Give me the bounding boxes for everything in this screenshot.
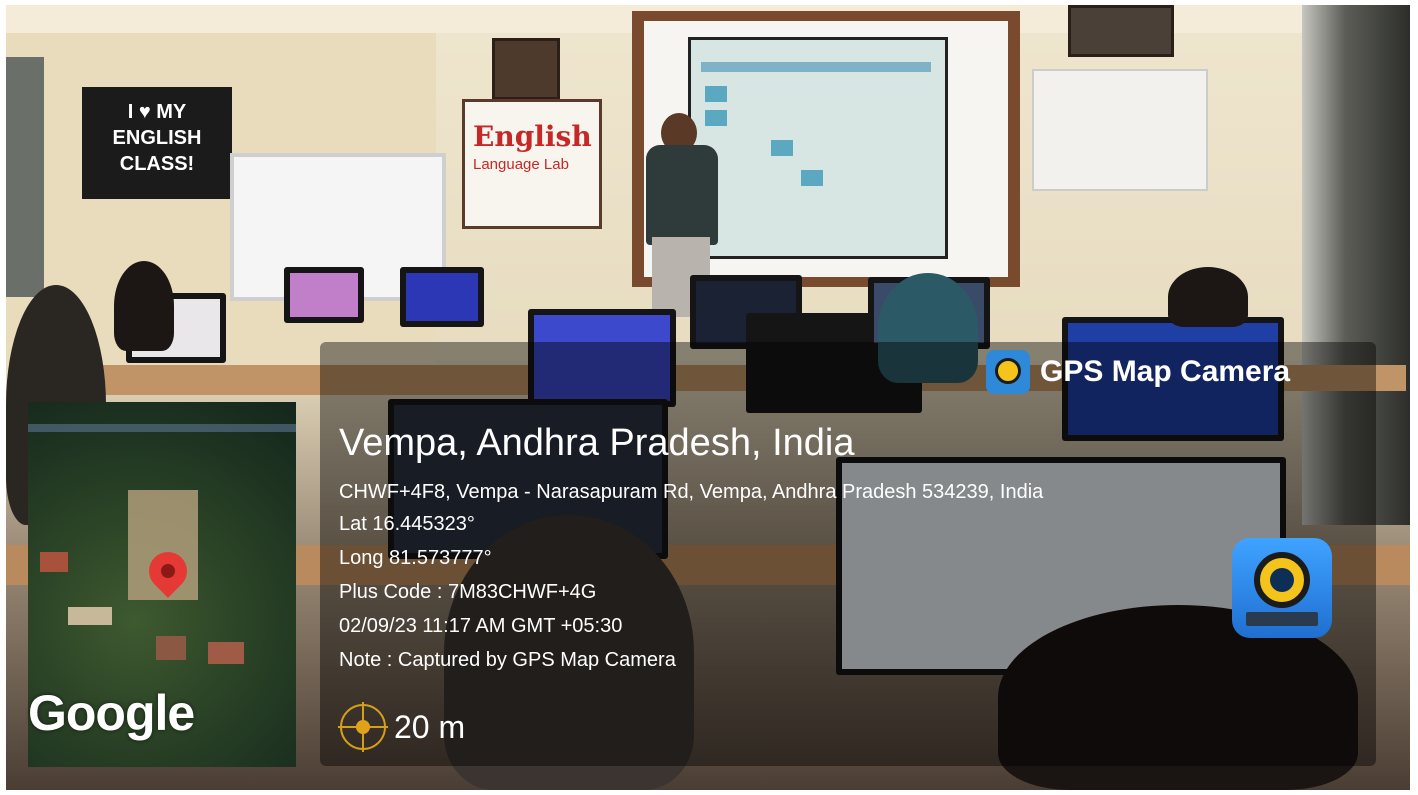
student: [114, 261, 174, 351]
monitor: [284, 267, 364, 323]
screen-block: [705, 86, 727, 102]
wall-photo-frame: [492, 38, 560, 100]
app-badge-lens-inner: [1270, 568, 1294, 592]
target-crosshair-icon: [338, 702, 388, 752]
gps-map-camera-brand: GPS Map Camera: [986, 348, 1290, 396]
scale-label: 20 m: [394, 708, 466, 745]
screen-block: [705, 110, 727, 126]
curtain-left: [6, 57, 44, 297]
app-badge-icon[interactable]: [1232, 538, 1332, 638]
satellite-map-thumbnail[interactable]: Google: [28, 402, 296, 767]
map-building: [208, 642, 244, 664]
map-building: [156, 636, 186, 660]
brand-label: GPS Map Camera: [1040, 355, 1291, 388]
gps-map-camera-logo-icon: [986, 350, 1030, 394]
flow-chart-board: [1032, 69, 1208, 191]
map-building: [68, 607, 112, 625]
latitude-line: Lat 16.445323°: [339, 513, 475, 535]
app-badge-strip: [1246, 612, 1318, 626]
datetime-line: 02/09/23 11:17 AM GMT +05:30: [339, 615, 623, 637]
wall-photo-frame-top: [1068, 5, 1174, 57]
student: [1168, 267, 1248, 327]
crosshair-center: [356, 720, 370, 734]
screen-block: [801, 170, 823, 186]
google-logo: Google: [28, 685, 195, 741]
location-title: Vempa, Andhra Pradesh, India: [339, 422, 855, 464]
camera-lens: [995, 358, 1021, 384]
poster-subtitle: Language Lab: [473, 156, 569, 173]
poster-title: English: [473, 120, 592, 153]
screen-block: [771, 140, 793, 156]
monitor: [400, 267, 484, 327]
map-pin-center: [161, 564, 175, 578]
teacher-body: [646, 145, 718, 245]
english-lab-poster: English Language Lab: [462, 99, 602, 229]
plus-code-line: Plus Code : 7M83CHWF+4G: [339, 581, 597, 603]
projector-screen: [688, 37, 948, 259]
address-line: CHWF+4F8, Vempa - Narasapuram Rd, Vempa,…: [339, 481, 1044, 503]
map-water: [28, 424, 296, 432]
screen-toolbar: [701, 62, 931, 72]
map-scale: 20 m: [338, 702, 466, 752]
map-building: [40, 552, 68, 572]
note-line: Note : Captured by GPS Map Camera: [339, 649, 676, 671]
english-class-poster: I ♥ MY ENGLISH CLASS!: [82, 87, 232, 199]
longitude-line: Long 81.573777°: [339, 547, 492, 569]
